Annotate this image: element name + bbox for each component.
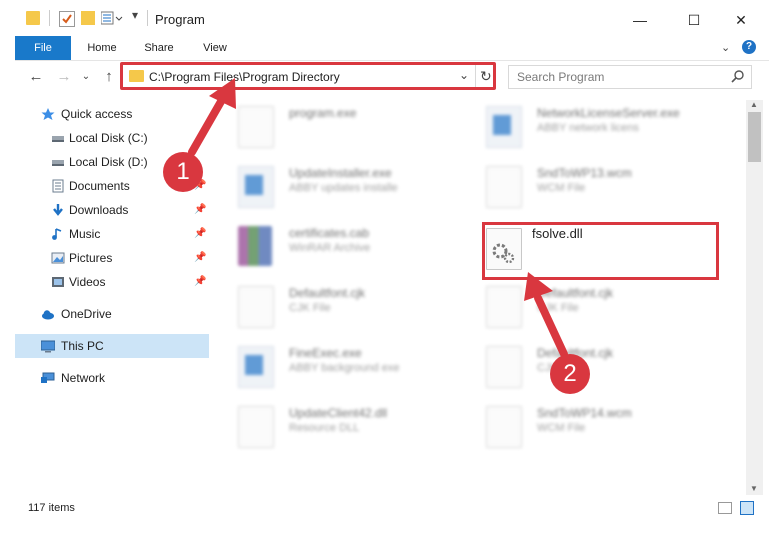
annotation-overlay (188, 78, 568, 358)
step-2-badge: 2 (550, 354, 590, 394)
step-1-badge: 1 (163, 152, 203, 192)
arrow-1 (188, 78, 236, 156)
arrow-2 (524, 272, 568, 358)
